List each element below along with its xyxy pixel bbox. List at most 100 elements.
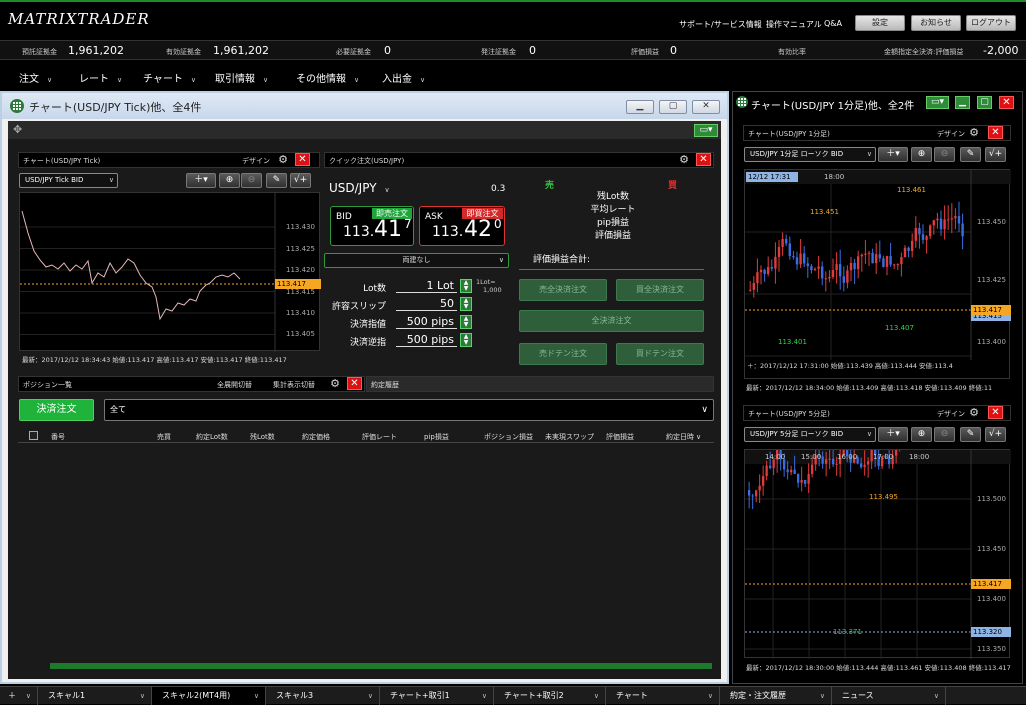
close-icon[interactable]: ✕ <box>988 126 1003 139</box>
restore-button[interactable]: ▢ <box>977 96 992 109</box>
close-button[interactable]: ✕ <box>692 100 720 114</box>
buy-doten-button[interactable]: 買ドテン注文 <box>616 343 704 365</box>
stop-stepper[interactable]: ▲ ▼ <box>460 333 472 347</box>
chart5-selector[interactable]: USD/JPY 5分足 ローソク BID ∨ <box>744 427 876 442</box>
add-indicator-button[interactable]: ＋▾ <box>878 427 908 442</box>
order-pair[interactable]: USD/JPY ∨ <box>329 181 390 195</box>
close-icon[interactable]: ✕ <box>988 406 1003 419</box>
col-remaining-lot[interactable]: 残Lot数 <box>250 432 275 442</box>
add-indicator-button[interactable]: ＋▾ <box>878 147 908 162</box>
horizontal-scrollbar[interactable] <box>50 663 712 669</box>
add-indicator-button[interactable]: ＋▾ <box>186 173 216 188</box>
buy-settle-all-button[interactable]: 買全決済注文 <box>616 279 704 301</box>
close-icon[interactable]: ✕ <box>696 153 711 166</box>
layout-tab-active[interactable]: スキャル2(MT4用) ∨ <box>152 687 266 705</box>
expand-all-toggle[interactable]: 全展開切替 <box>217 380 252 390</box>
col-position-pnl[interactable]: ポジション損益 <box>484 432 533 442</box>
stop-input[interactable]: 500 pips <box>396 333 457 347</box>
col-eval-pnl[interactable]: 評価損益 <box>606 432 634 442</box>
layout-tab[interactable]: チャート+取引2 ∨ <box>494 687 606 705</box>
menu-trade-info[interactable]: 取引情報 ∨ <box>215 70 268 85</box>
gear-icon[interactable]: ⚙ <box>329 378 341 390</box>
layout-tab[interactable]: スキャル3 ∨ <box>266 687 380 705</box>
slippage-stepper[interactable]: ▲ ▼ <box>460 297 472 311</box>
tick-chart-selector[interactable]: USD/JPY Tick BID ∨ <box>19 173 118 188</box>
settle-all-button[interactable]: 全決済注文 <box>519 310 704 332</box>
bid-sell-button[interactable]: BID 即売注文 113. 41 7 <box>330 206 414 246</box>
chart1-design-link[interactable]: デザイン <box>937 129 965 139</box>
logout-button[interactable]: ログアウト <box>966 15 1016 31</box>
tick-chart-design-link[interactable]: デザイン <box>242 156 270 166</box>
menu-other-info[interactable]: その他情報 ∨ <box>296 70 359 85</box>
position-filter-select[interactable]: 全て ∨ <box>104 399 714 421</box>
pen-icon[interactable]: ✎ <box>266 173 287 188</box>
col-number[interactable]: 番号 <box>51 432 65 442</box>
zoom-out-icon[interactable]: ⊖ <box>241 173 262 188</box>
gear-icon[interactable]: ⚙ <box>968 127 980 139</box>
col-swap[interactable]: 未実現スワップ <box>545 432 594 442</box>
gear-icon[interactable]: ⚙ <box>968 407 980 419</box>
gear-icon[interactable]: ⚙ <box>678 154 690 166</box>
support-link[interactable]: サポート/サービス情報 <box>679 19 762 30</box>
sell-settle-all-button[interactable]: 売全決済注文 <box>519 279 607 301</box>
col-eval-rate[interactable]: 評価レート <box>362 432 397 442</box>
menu-order[interactable]: 注文 ∨ <box>19 70 52 85</box>
col-exec-lot[interactable]: 約定Lot数 <box>196 432 228 442</box>
history-tab[interactable]: 約定履歴 <box>366 376 714 392</box>
close-icon[interactable]: ✕ <box>295 153 310 166</box>
indicator-icon[interactable]: √+ <box>290 173 311 188</box>
limit-stepper[interactable]: ▲ ▼ <box>460 315 472 329</box>
layout-menu-icon[interactable]: ▭▾ <box>926 96 949 109</box>
settings-button[interactable]: 設定 <box>855 15 905 31</box>
minimize-button[interactable]: ▁ <box>626 100 654 114</box>
gear-icon[interactable]: ⚙ <box>277 154 289 166</box>
zoom-in-icon[interactable]: ⊕ <box>911 147 932 162</box>
close-button[interactable]: ✕ <box>999 96 1014 109</box>
restore-button[interactable]: ▢ <box>659 100 687 114</box>
menu-deposit-withdraw[interactable]: 入出金 ∨ <box>382 70 425 85</box>
zoom-out-icon[interactable]: ⊖ <box>934 147 955 162</box>
chart5-design-link[interactable]: デザイン <box>937 409 965 419</box>
sell-doten-button[interactable]: 売ドテン注文 <box>519 343 607 365</box>
layout-tab[interactable]: チャート+取引1 ∨ <box>380 687 494 705</box>
limit-input[interactable]: 500 pips <box>396 315 457 329</box>
col-exec-price[interactable]: 約定価格 <box>302 432 330 442</box>
manual-link[interactable]: 操作マニュアル <box>766 19 822 30</box>
chart1-plot[interactable]: 12/12 17:31 18:00 113.450 113.425 113.40… <box>744 169 1011 379</box>
menu-chart[interactable]: チャート ∨ <box>143 70 196 85</box>
zoom-out-icon[interactable]: ⊖ <box>934 427 955 442</box>
menu-rate[interactable]: レート ∨ <box>79 70 122 85</box>
summary-toggle[interactable]: 集計表示切替 <box>273 380 315 390</box>
ask-buy-button[interactable]: ASK 即買注文 113. 42 0 <box>419 206 505 246</box>
chart5-plot[interactable]: 14:00 15:00 16:00 17:00 18:00 113.500 11… <box>744 384 1011 659</box>
layout-tab[interactable]: 約定・注文履歴 ∨ <box>720 687 832 705</box>
main-window-titlebar[interactable]: チャート(USD/JPY Tick)他、全4件 ▁ ▢ ✕ <box>2 93 727 119</box>
layout-tab[interactable]: スキャル1 ∨ <box>38 687 152 705</box>
layout-tab[interactable]: ニュース ∨ <box>832 687 946 705</box>
settle-order-button[interactable]: 決済注文 <box>19 399 94 421</box>
positions-tab[interactable]: ポジション一覧 <box>23 380 72 390</box>
indicator-icon[interactable]: √+ <box>985 147 1006 162</box>
select-all-checkbox[interactable] <box>29 431 38 440</box>
notice-button[interactable]: お知らせ <box>911 15 961 31</box>
col-side[interactable]: 売買 <box>157 432 171 442</box>
pen-icon[interactable]: ✎ <box>960 427 981 442</box>
slippage-input[interactable]: 50 <box>396 297 457 311</box>
zoom-in-icon[interactable]: ⊕ <box>219 173 240 188</box>
minimize-button[interactable]: ▁ <box>955 96 970 109</box>
layout-tab[interactable]: チャート ∨ <box>606 687 720 705</box>
qa-link[interactable]: Q&A <box>824 19 842 28</box>
tick-chart-plot[interactable]: 113.430 113.425 113.420 113.415 113.410 … <box>19 192 321 352</box>
col-exec-datetime[interactable]: 約定日時 ∨ <box>666 432 701 442</box>
side-window-titlebar[interactable]: チャート(USD/JPY 1分足)他、全2件 ▭▾ ▁ ▢ ✕ <box>733 92 1022 114</box>
add-layout-button[interactable]: ＋ ∨ <box>0 687 38 705</box>
pen-icon[interactable]: ✎ <box>960 147 981 162</box>
zoom-in-icon[interactable]: ⊕ <box>911 427 932 442</box>
indicator-icon[interactable]: √+ <box>985 427 1006 442</box>
col-pip-pnl[interactable]: pip損益 <box>424 432 449 442</box>
lot-input[interactable]: 1 Lot <box>396 279 457 293</box>
hedge-select[interactable]: 両建なし ∨ <box>324 253 509 268</box>
lot-stepper[interactable]: ▲ ▼ <box>460 279 472 293</box>
layout-menu-icon[interactable]: ▭▾ <box>694 124 718 137</box>
chart1-selector[interactable]: USD/JPY 1分足 ローソク BID ∨ <box>744 147 876 162</box>
